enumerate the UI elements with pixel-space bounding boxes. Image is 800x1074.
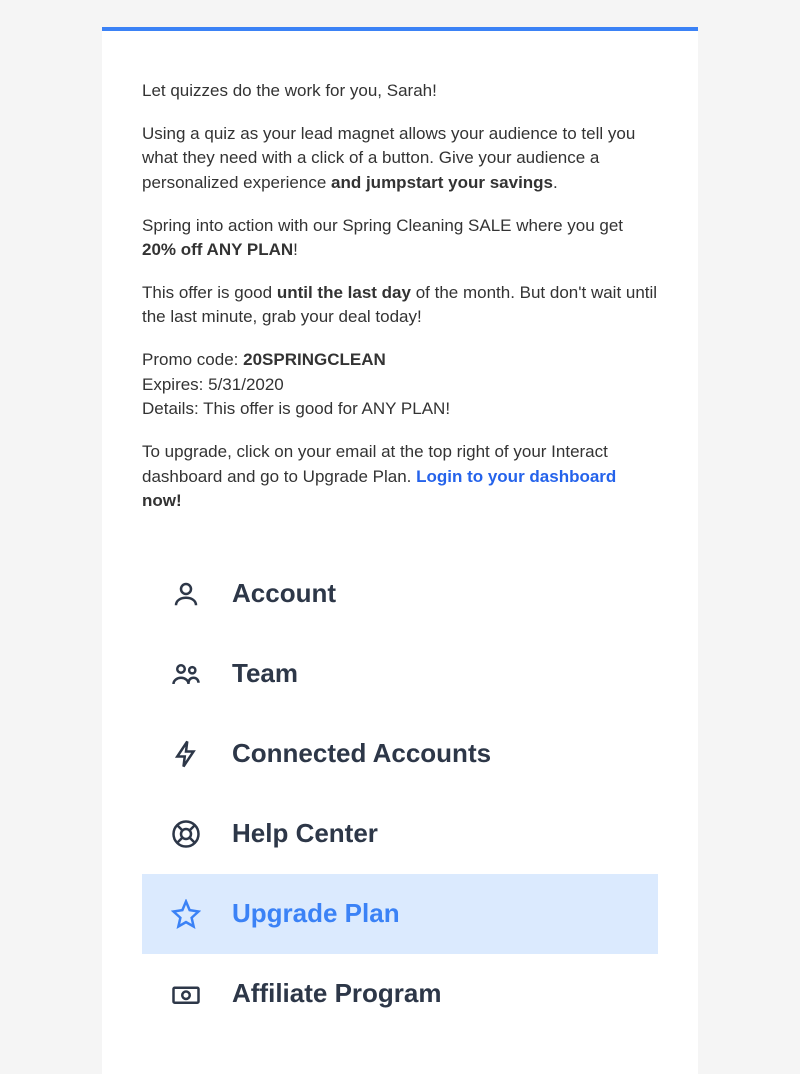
text-bold: until the last day: [277, 283, 411, 302]
expires-text: Expires: 5/31/2020: [142, 375, 284, 394]
greeting-text: Let quizzes do the work for you, Sarah!: [142, 79, 658, 104]
menu-label: Team: [232, 658, 298, 689]
lightning-icon: [170, 738, 202, 770]
dashboard-menu-screenshot: Account Team Connected Accounts Help Cen…: [142, 554, 658, 1034]
menu-item-team: Team: [142, 634, 658, 714]
login-dashboard-link[interactable]: Login to your dashboard: [416, 467, 616, 486]
paragraph-lead-magnet: Using a quiz as your lead magnet allows …: [142, 122, 658, 196]
menu-label: Connected Accounts: [232, 738, 491, 769]
menu-item-affiliate-program: Affiliate Program: [142, 954, 658, 1034]
menu-label: Upgrade Plan: [232, 898, 400, 929]
paragraph-upgrade-instructions: To upgrade, click on your email at the t…: [142, 440, 658, 514]
menu-item-upgrade-plan: Upgrade Plan: [142, 874, 658, 954]
details-text: Details: This offer is good for ANY PLAN…: [142, 399, 450, 418]
menu-item-help-center: Help Center: [142, 794, 658, 874]
paragraph-offer-deadline: This offer is good until the last day of…: [142, 281, 658, 330]
promo-details: Promo code: 20SPRINGCLEAN Expires: 5/31/…: [142, 348, 658, 422]
email-card: Let quizzes do the work for you, Sarah! …: [102, 27, 698, 1074]
menu-label: Account: [232, 578, 336, 609]
text-fragment: This offer is good: [142, 283, 277, 302]
email-content: Let quizzes do the work for you, Sarah! …: [102, 31, 698, 1074]
text-fragment: Spring into action with our Spring Clean…: [142, 216, 623, 235]
promo-code: 20SPRINGCLEAN: [243, 350, 386, 369]
menu-label: Help Center: [232, 818, 378, 849]
money-icon: [170, 978, 202, 1010]
menu-label: Affiliate Program: [232, 978, 442, 1009]
text-fragment: .: [553, 173, 558, 192]
promo-label: Promo code:: [142, 350, 243, 369]
text-bold: 20% off ANY PLAN: [142, 240, 293, 259]
text-bold: and jumpstart your savings: [331, 173, 553, 192]
paragraph-sale: Spring into action with our Spring Clean…: [142, 214, 658, 263]
menu-item-account: Account: [142, 554, 658, 634]
text-bold: now!: [142, 491, 182, 510]
menu-item-connected-accounts: Connected Accounts: [142, 714, 658, 794]
team-icon: [170, 658, 202, 690]
text-fragment: !: [293, 240, 298, 259]
lifebuoy-icon: [170, 818, 202, 850]
star-icon: [170, 898, 202, 930]
user-icon: [170, 578, 202, 610]
